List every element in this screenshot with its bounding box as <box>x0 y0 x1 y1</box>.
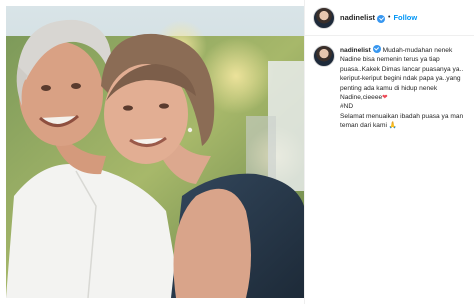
caption-body: Mudah-mudahan nenek Nadine bisa nemenin … <box>340 47 465 102</box>
caption-avatar[interactable] <box>313 45 335 67</box>
profile-avatar[interactable] <box>313 6 335 29</box>
post-sidebar: nadinelist • Follow nadinelist Mudah-mud… <box>304 0 474 304</box>
follow-button[interactable]: Follow <box>393 13 417 22</box>
post-caption: nadinelist Mudah-mudahan nenek Nadine bi… <box>340 44 470 131</box>
post-photo[interactable] <box>6 6 304 298</box>
couple-photo <box>6 6 304 298</box>
heart-emoji: ❤ <box>382 94 388 102</box>
header-separator: • <box>388 14 391 21</box>
caption-hashtag[interactable]: #ND <box>340 103 353 110</box>
caption-username[interactable]: nadinelist <box>340 47 371 54</box>
header-username[interactable]: nadinelist <box>340 13 375 22</box>
caption-closing: Selamat menuaikan ibadah puasa ya man te… <box>340 112 466 130</box>
caption-verified-badge-icon <box>372 45 381 53</box>
post-header: nadinelist • Follow <box>305 0 474 36</box>
instagram-post: nadinelist • Follow nadinelist Mudah-mud… <box>0 0 474 304</box>
caption-row: nadinelist Mudah-mudahan nenek Nadine bi… <box>313 44 471 131</box>
verified-badge-icon <box>377 14 386 23</box>
